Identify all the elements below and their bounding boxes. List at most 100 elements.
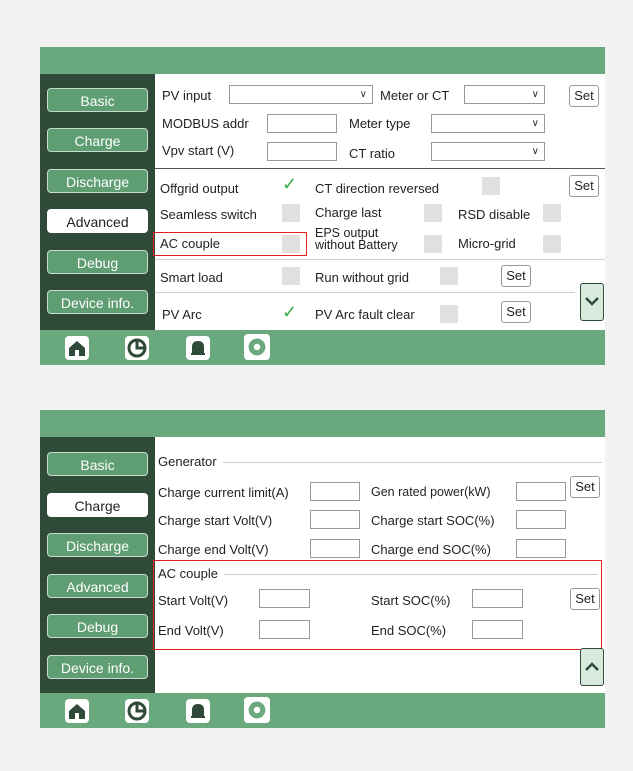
ac-couple-title: AC couple (158, 566, 224, 581)
ct-direction-reversed-checkbox[interactable] (482, 177, 500, 195)
chevron-down-icon: ∨ (531, 118, 539, 129)
meter-or-ct-label: Meter or CT (380, 88, 450, 103)
micro-grid-checkbox[interactable] (543, 235, 561, 253)
top-bar (40, 47, 605, 74)
charge-screen: Basic Charge Discharge Advanced Debug De… (40, 410, 605, 728)
end-soc-input[interactable] (472, 620, 523, 639)
charge-last-checkbox[interactable] (424, 204, 442, 222)
modbus-addr-label: MODBUS addr (162, 116, 249, 131)
chevron-down-icon: ∨ (531, 89, 539, 100)
run-without-grid-checkbox[interactable] (440, 267, 458, 285)
scroll-down-button[interactable] (580, 283, 604, 321)
seamless-switch-label: Seamless switch (160, 207, 257, 222)
charge-end-volt-label: Charge end Volt(V) (158, 542, 269, 557)
nav-advanced[interactable]: Advanced (47, 574, 148, 598)
eps-output-line2: without Battery (315, 238, 398, 252)
micro-grid-label: Micro-grid (458, 236, 516, 251)
nav-discharge[interactable]: Discharge (47, 533, 148, 557)
gen-rated-power-input[interactable] (516, 482, 566, 501)
chevron-down-icon: ∨ (359, 89, 367, 100)
pv-arc-checkbox[interactable]: ✓ (282, 302, 300, 323)
modbus-addr-input[interactable] (267, 114, 337, 133)
ct-ratio-label: CT ratio (349, 146, 395, 161)
start-volt-input[interactable] (259, 589, 310, 608)
meter-or-ct-select[interactable]: ∨ (464, 85, 545, 104)
eps-output-checkbox[interactable] (424, 235, 442, 253)
set-button[interactable]: Set (501, 301, 531, 323)
check-icon: ✓ (282, 302, 298, 322)
bell-icon[interactable] (185, 335, 211, 361)
pv-input-select[interactable]: ∨ (229, 85, 373, 104)
ct-direction-reversed-label: CT direction reversed (315, 181, 440, 196)
set-button[interactable]: Set (569, 175, 599, 197)
gear-icon[interactable] (244, 697, 270, 723)
vpv-start-input[interactable] (267, 142, 337, 161)
nav-device-info[interactable]: Device info. (47, 655, 148, 679)
check-icon: ✓ (282, 174, 298, 194)
nav-advanced[interactable]: Advanced (47, 209, 148, 233)
ac-couple-checkbox[interactable] (282, 235, 300, 253)
nav-basic[interactable]: Basic (47, 88, 148, 112)
pie-chart-icon[interactable] (124, 335, 150, 361)
chevron-down-icon (585, 297, 599, 306)
ct-ratio-select[interactable]: ∨ (431, 142, 545, 161)
charge-start-soc-input[interactable] (516, 510, 566, 529)
set-button[interactable]: Set (501, 265, 531, 287)
start-soc-input[interactable] (472, 589, 523, 608)
end-soc-label: End SOC(%) (371, 623, 447, 638)
divider (155, 292, 575, 293)
pv-input-label: PV input (162, 88, 212, 103)
charge-end-volt-input[interactable] (310, 539, 360, 558)
meter-type-select[interactable]: ∨ (431, 114, 545, 133)
set-button[interactable]: Set (569, 85, 599, 107)
bottom-bar (40, 693, 605, 728)
chevron-down-icon: ∨ (531, 146, 539, 157)
sidebar: Basic Charge Discharge Advanced Debug De… (40, 74, 155, 330)
nav-charge[interactable]: Charge (47, 493, 148, 517)
nav-discharge[interactable]: Discharge (47, 169, 148, 193)
offgrid-output-checkbox[interactable]: ✓ (282, 174, 300, 195)
home-icon[interactable] (64, 335, 90, 361)
start-volt-label: Start Volt(V) (158, 593, 229, 608)
set-button[interactable]: Set (570, 476, 600, 498)
smart-load-checkbox[interactable] (282, 267, 300, 285)
offgrid-output-label: Offgrid output (160, 181, 239, 196)
chevron-up-icon (585, 662, 599, 671)
divider (158, 574, 598, 575)
pie-chart-icon[interactable] (124, 698, 150, 724)
nav-device-info[interactable]: Device info. (47, 290, 148, 314)
end-volt-label: End Volt(V) (158, 623, 224, 638)
nav-debug[interactable]: Debug (47, 250, 148, 274)
sidebar: Basic Charge Discharge Advanced Debug De… (40, 437, 155, 693)
end-volt-input[interactable] (259, 620, 310, 639)
seamless-switch-checkbox[interactable] (282, 204, 300, 222)
run-without-grid-label: Run without grid (315, 270, 409, 285)
charge-start-soc-label: Charge start SOC(%) (371, 513, 495, 528)
bottom-bar (40, 330, 605, 365)
charge-end-soc-input[interactable] (516, 539, 566, 558)
start-soc-label: Start SOC(%) (371, 593, 451, 608)
ac-couple-label: AC couple (160, 236, 220, 251)
pv-arc-fault-clear-label: PV Arc fault clear (315, 307, 415, 322)
nav-charge[interactable]: Charge (47, 128, 148, 152)
bell-icon[interactable] (185, 698, 211, 724)
charge-start-volt-label: Charge start Volt(V) (158, 513, 273, 528)
charge-end-soc-label: Charge end SOC(%) (371, 542, 491, 557)
rsd-disable-checkbox[interactable] (543, 204, 561, 222)
charge-start-volt-input[interactable] (310, 510, 360, 529)
smart-load-label: Smart load (160, 270, 223, 285)
top-bar (40, 410, 605, 437)
pv-arc-fault-clear-checkbox[interactable] (440, 305, 458, 323)
vpv-start-label: Vpv start (V) (162, 143, 235, 158)
gen-rated-power-label: Gen rated power(kW) (371, 485, 491, 499)
charge-current-limit-label: Charge current limit(A) (158, 485, 289, 500)
scroll-up-button[interactable] (580, 648, 604, 686)
set-button[interactable]: Set (570, 588, 600, 610)
gear-icon[interactable] (244, 334, 270, 360)
home-icon[interactable] (64, 698, 90, 724)
divider (155, 259, 605, 260)
nav-basic[interactable]: Basic (47, 452, 148, 476)
charge-last-label: Charge last (315, 205, 382, 220)
charge-current-limit-input[interactable] (310, 482, 360, 501)
nav-debug[interactable]: Debug (47, 614, 148, 638)
